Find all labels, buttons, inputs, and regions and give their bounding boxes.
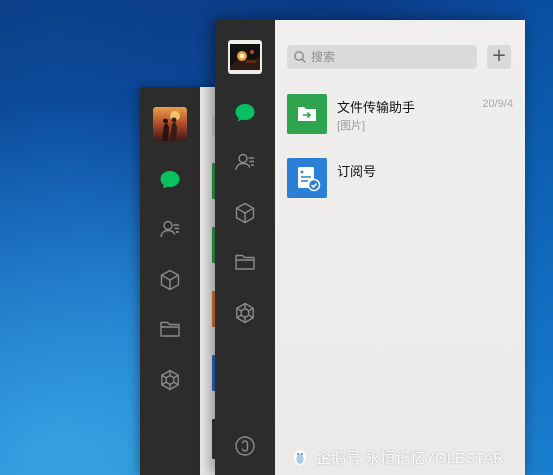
folder-icon[interactable] — [233, 250, 257, 274]
subscription-icon — [298, 167, 321, 192]
subscriptions-avatar — [287, 158, 327, 198]
wechat-window[interactable]: + 文件传输助手 [图片] 20/9/4 — [215, 20, 525, 475]
contacts-icon[interactable] — [158, 217, 182, 241]
folder-transfer-icon — [298, 107, 316, 121]
add-button[interactable]: + — [487, 45, 511, 69]
watermark-text: 企鹅号 永恒记忆YOLESTAR — [316, 449, 505, 467]
chat-item-file-transfer[interactable]: 文件传输助手 [图片] 20/9/4 — [275, 84, 525, 148]
chat-bubble-icon[interactable] — [158, 168, 182, 192]
watermark: 企鹅号 永恒记忆YOLESTAR — [290, 446, 504, 468]
moments-icon[interactable] — [158, 368, 182, 392]
search-box[interactable] — [287, 45, 477, 69]
desktop-edge — [525, 0, 553, 475]
chat-bubble-icon[interactable] — [233, 101, 257, 125]
cube-icon[interactable] — [158, 268, 182, 292]
penguin-logo-icon — [294, 450, 306, 465]
chat-list-panel: + 文件传输助手 [图片] 20/9/4 — [275, 20, 525, 475]
sidebar — [215, 20, 275, 475]
file-transfer-avatar — [287, 94, 327, 134]
chat-preview: [图片] — [337, 120, 366, 132]
search-icon — [294, 51, 306, 63]
cube-icon[interactable] — [233, 201, 257, 225]
chat-name: 订阅号 — [337, 164, 377, 179]
back-sidebar — [140, 87, 200, 475]
moments-icon[interactable] — [233, 301, 257, 325]
chat-name: 文件传输助手 — [337, 100, 416, 115]
back-profile-avatar[interactable] — [153, 107, 187, 141]
profile-avatar[interactable] — [228, 40, 262, 74]
folder-icon[interactable] — [158, 317, 182, 341]
mini-program-icon[interactable] — [233, 434, 257, 458]
chat-date: 20/9/4 — [482, 98, 513, 110]
contacts-icon[interactable] — [233, 150, 257, 174]
chat-item-subscriptions[interactable]: 订阅号 — [275, 148, 525, 212]
search-input[interactable] — [311, 45, 471, 69]
